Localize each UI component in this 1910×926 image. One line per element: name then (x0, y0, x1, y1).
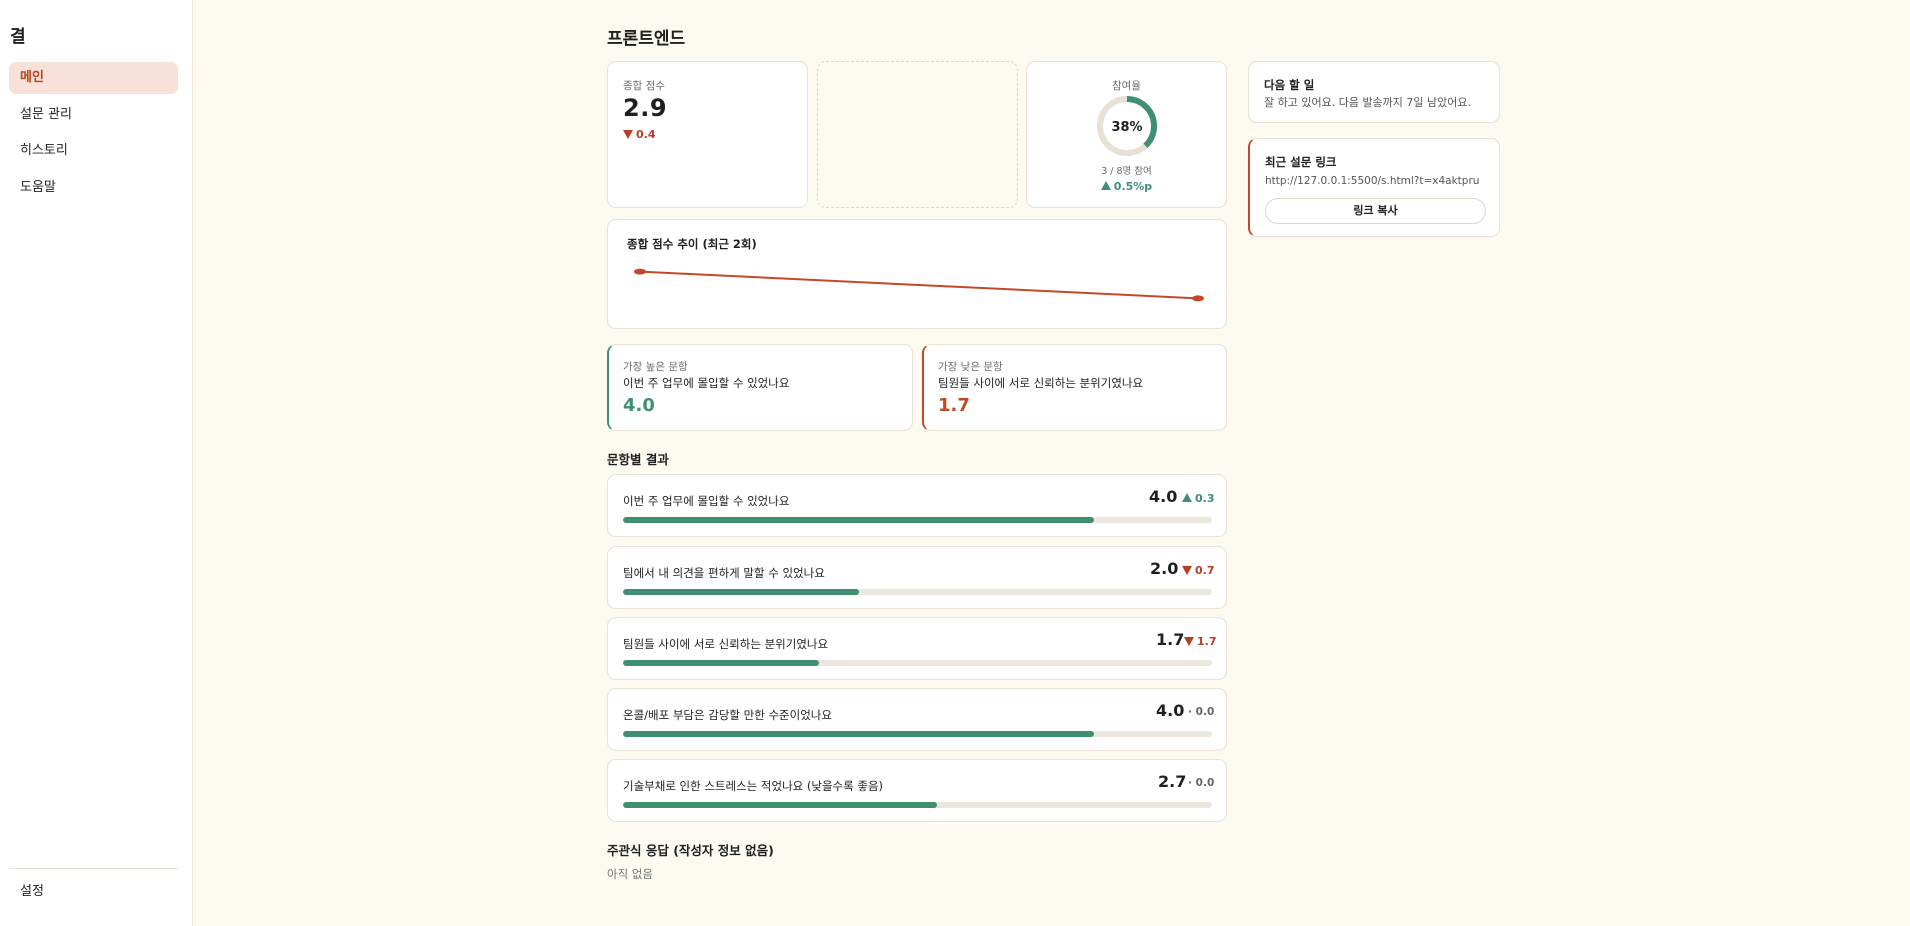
question-result-row: 기술부채로 인한 스트레스는 적었나요 (낮을수록 좋음) 2.7 · 0.0 (607, 759, 1227, 822)
copy-link-button[interactable]: 링크 복사 (1265, 198, 1486, 224)
highest-score: 4.0 (623, 395, 655, 416)
participation-donut: 38% (1097, 96, 1157, 156)
trend-chart (634, 268, 1204, 302)
participation-label: 참여율 (1112, 80, 1141, 92)
question-result-row: 온콜/배포 부담은 감당할 만한 수준이었나요 4.0 · 0.0 (607, 688, 1227, 751)
sidebar-item-survey-management[interactable]: 설문 관리 (9, 99, 178, 131)
results-section-title: 문항별 결과 (607, 452, 669, 467)
participation-percent: 38% (1111, 120, 1142, 135)
question-delta: 0.3 (1182, 492, 1215, 505)
overall-score-label: 종합 점수 (623, 80, 665, 92)
question-text: 이번 주 업무에 몰입할 수 있었나요 (623, 494, 790, 508)
score-bar-fill (623, 802, 937, 808)
score-bar-track (623, 802, 1212, 808)
question-text: 기술부채로 인한 스트레스는 적었나요 (낮을수록 좋음) (623, 779, 884, 793)
todo-card: 다음 할 일 잘 하고 있어요. 다음 발송까지 7일 남았어요. (1248, 61, 1500, 123)
score-bar-fill (623, 589, 859, 595)
question-delta: · 0.0 (1188, 777, 1215, 789)
score-bar-fill (623, 517, 1095, 523)
question-delta: · 0.0 (1188, 706, 1215, 718)
lowest-score: 1.7 (938, 395, 970, 416)
question-text: 온콜/배포 부담은 감당할 만한 수준이었나요 (623, 708, 832, 722)
sidebar-item-help[interactable]: 도움말 (9, 172, 178, 204)
question-score: 2.7 (1158, 772, 1187, 791)
recent-survey-link-card: 최근 설문 링크 http://127.0.0.1:5500/s.html?t=… (1248, 138, 1500, 237)
link-card-title: 최근 설문 링크 (1265, 155, 1337, 169)
up-arrow-icon (1100, 181, 1111, 190)
question-score: 1.7 (1156, 630, 1185, 649)
question-delta: 1.7 (1184, 635, 1217, 648)
trend-point[interactable] (634, 268, 646, 275)
empty-placeholder-card (817, 61, 1018, 208)
question-score: 2.0 (1150, 559, 1179, 578)
score-bar-track (623, 731, 1212, 737)
up-arrow-icon (1182, 493, 1192, 502)
question-delta: 0.7 (1182, 564, 1215, 577)
highest-question-card: 가장 높은 문항 이번 주 업무에 몰입할 수 있었나요 4.0 (607, 344, 913, 431)
sidebar-item-main[interactable]: 메인 (9, 62, 178, 94)
down-arrow-icon (1182, 566, 1192, 575)
lowest-label: 가장 낮은 문항 (938, 361, 1003, 373)
score-bar-track (623, 660, 1212, 666)
survey-link-url[interactable]: http://127.0.0.1:5500/s.html?t=x4aktpru (1265, 175, 1479, 187)
question-text: 팀원들 사이에 서로 신뢰하는 분위기였나요 (623, 637, 829, 651)
open-answers-empty: 아직 없음 (607, 867, 653, 881)
trend-point[interactable] (1192, 295, 1204, 302)
todo-title: 다음 할 일 (1264, 78, 1315, 92)
sidebar: 결 메인 설문 관리 히스토리 도움말 설정 (0, 0, 193, 926)
trend-line (639, 270, 1199, 300)
brand-logo: 결 (10, 27, 26, 47)
sidebar-divider (9, 868, 178, 869)
down-arrow-icon (623, 130, 633, 139)
score-bar-fill (623, 731, 1095, 737)
sidebar-item-history[interactable]: 히스토리 (9, 135, 178, 167)
highest-label: 가장 높은 문항 (623, 361, 688, 373)
todo-text: 잘 하고 있어요. 다음 발송까지 7일 남았어요. (1264, 96, 1472, 109)
score-bar-track (623, 517, 1212, 523)
question-result-row: 팀에서 내 의견을 편하게 말할 수 있었나요 2.0 0.7 (607, 546, 1227, 609)
question-score: 4.0 (1156, 701, 1185, 720)
sidebar-item-settings[interactable]: 설정 (9, 876, 178, 908)
participation-detail: 3 / 8명 참여 (1101, 166, 1152, 177)
down-arrow-icon (1184, 637, 1194, 646)
participation-card: 참여율 38% 3 / 8명 참여 0.5%p (1026, 61, 1227, 208)
question-result-row: 이번 주 업무에 몰입할 수 있었나요 4.0 0.3 (607, 474, 1227, 537)
question-text: 팀에서 내 의견을 편하게 말할 수 있었나요 (623, 566, 825, 580)
lowest-question: 팀원들 사이에 서로 신뢰하는 분위기였나요 (938, 376, 1144, 390)
overall-score-value: 2.9 (623, 94, 668, 122)
score-bar-track (623, 589, 1212, 595)
page-title: 프론트엔드 (607, 29, 686, 49)
open-answers-title: 주관식 응답 (작성자 정보 없음) (607, 843, 774, 858)
highest-question: 이번 주 업무에 몰입할 수 있었나요 (623, 376, 790, 390)
overall-score-card: 종합 점수 2.9 0.4 (607, 61, 808, 208)
score-bar-fill (623, 660, 820, 666)
overall-score-delta: 0.4 (623, 128, 656, 141)
question-score: 4.0 (1149, 487, 1178, 506)
lowest-question-card: 가장 낮은 문항 팀원들 사이에 서로 신뢰하는 분위기였나요 1.7 (922, 344, 1227, 431)
trend-card: 종합 점수 추이 (최근 2회) (607, 219, 1227, 329)
question-result-row: 팀원들 사이에 서로 신뢰하는 분위기였나요 1.7 1.7 (607, 617, 1227, 680)
participation-delta: 0.5%p (1027, 180, 1226, 193)
